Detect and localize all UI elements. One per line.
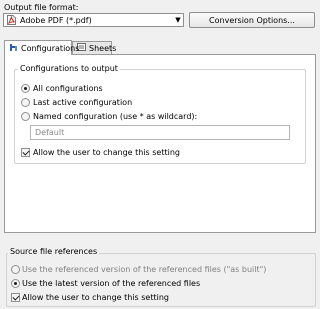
latest-version-label[interactable]: Use the latest version of the referenced…	[22, 279, 200, 289]
tab-sheets-label: Sheets	[89, 43, 117, 53]
all-configurations-radio[interactable]	[21, 84, 30, 93]
source-allow-change-checkbox[interactable]	[11, 293, 20, 302]
chevron-down-icon: ▼	[175, 16, 181, 24]
output-format-value: Adobe PDF (*.pdf)	[20, 15, 92, 25]
conversion-options-button[interactable]: Conversion Options...	[189, 12, 315, 28]
config-allow-change-checkbox[interactable]	[21, 148, 30, 157]
referenced-version-radio[interactable]	[11, 265, 20, 274]
named-configuration-label[interactable]: Named configuration (use * as wildcard):	[33, 112, 197, 122]
named-configuration-input[interactable]: Default	[30, 125, 290, 140]
conversion-options-label: Conversion Options...	[209, 15, 295, 25]
source-references-title: Source file references	[8, 247, 100, 257]
latest-version-radio[interactable]	[11, 279, 20, 288]
last-active-configuration-label[interactable]: Last active configuration	[33, 98, 132, 108]
tab-configurations[interactable]: Configurations	[4, 40, 79, 55]
configurations-icon	[9, 43, 18, 54]
tab-configurations-label: Configurations	[21, 43, 80, 53]
configurations-group-title: Configurations to output	[18, 64, 120, 74]
output-format-label: Output file format:	[4, 3, 79, 12]
referenced-version-label[interactable]: Use the referenced version of the refere…	[22, 265, 266, 275]
output-format-select[interactable]: Adobe PDF (*.pdf) ▼	[3, 13, 184, 27]
all-configurations-label[interactable]: All configurations	[33, 84, 103, 94]
named-configuration-radio[interactable]	[21, 112, 30, 121]
last-active-configuration-radio[interactable]	[21, 98, 30, 107]
named-configuration-placeholder: Default	[35, 128, 65, 137]
config-allow-change-label[interactable]: Allow the user to change this setting	[33, 148, 180, 158]
source-allow-change-label[interactable]: Allow the user to change this setting	[22, 293, 169, 303]
pdf-icon	[7, 15, 16, 25]
